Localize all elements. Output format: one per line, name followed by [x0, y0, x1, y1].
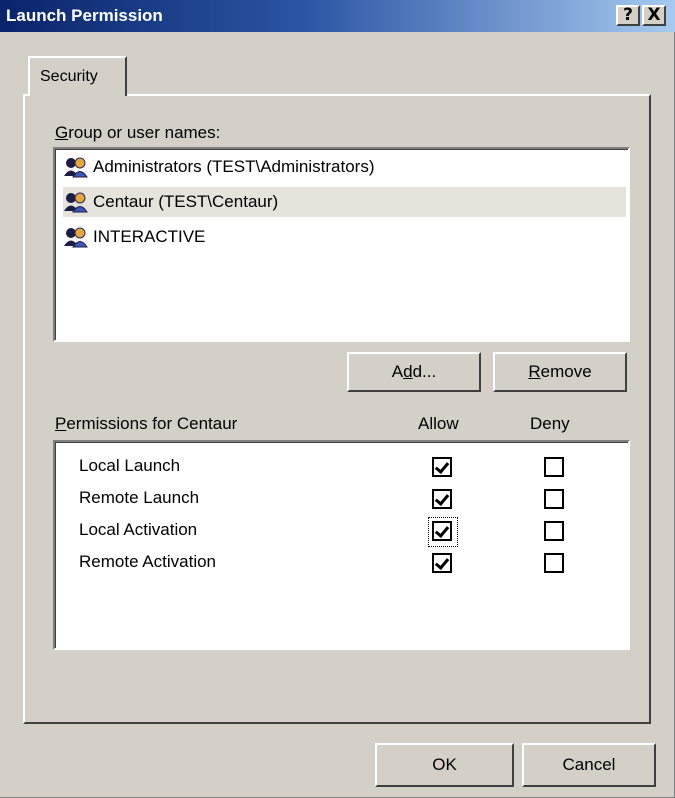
list-item-label: INTERACTIVE — [93, 227, 206, 246]
list-item-label: Centaur (TEST\Centaur) — [93, 192, 279, 211]
allow-checkbox[interactable] — [432, 521, 452, 541]
allow-column-header: Allow — [418, 414, 459, 433]
list-item-interactive[interactable]: INTERACTIVE — [63, 222, 626, 252]
permission-row-local-activation: Local Activation — [55, 516, 626, 547]
permission-name: Remote Launch — [79, 488, 200, 507]
group-list[interactable]: Administrators (TEST\Administrators) Cen… — [53, 147, 630, 342]
ok-button[interactable]: OK — [375, 743, 514, 787]
permissions-label: Permissions for Centaur — [55, 414, 238, 433]
tab-security-label: Security — [40, 68, 98, 85]
allow-checkbox[interactable] — [432, 457, 452, 477]
permissions-list: Local Launch Remote Launch Local Activat… — [53, 440, 630, 650]
group-names-label: Group or user names: — [55, 123, 221, 142]
deny-checkbox[interactable] — [544, 457, 564, 477]
help-icon: ? — [623, 5, 633, 25]
remove-button[interactable]: Remove — [493, 352, 627, 392]
users-icon — [64, 157, 88, 178]
window-title: Launch Permission — [6, 6, 163, 25]
permission-name: Local Activation — [79, 520, 198, 539]
allow-checkbox[interactable] — [432, 553, 452, 573]
list-item-administrators[interactable]: Administrators (TEST\Administrators) — [63, 152, 626, 182]
help-button[interactable]: ? — [616, 5, 640, 26]
close-icon: X — [647, 5, 661, 25]
deny-checkbox[interactable] — [544, 553, 564, 573]
allow-checkbox[interactable] — [432, 489, 452, 509]
cancel-button[interactable]: Cancel — [522, 743, 656, 787]
launch-permission-dialog: Launch Permission ? X Security Group or … — [0, 0, 675, 798]
list-item-label: Administrators (TEST\Administrators) — [93, 157, 375, 176]
deny-column-header: Deny — [530, 414, 570, 433]
remove-button-label: Remove — [528, 362, 592, 381]
permission-name: Remote Activation — [79, 552, 217, 571]
permission-row-remote-launch: Remote Launch — [55, 484, 626, 514]
add-button-label: Add... — [391, 362, 437, 381]
cancel-button-label: Cancel — [562, 755, 616, 774]
add-button[interactable]: Add... — [347, 352, 481, 392]
tab-security[interactable]: Security — [28, 56, 127, 96]
title-bar[interactable]: Launch Permission ? X — [0, 0, 675, 32]
deny-checkbox[interactable] — [544, 521, 564, 541]
list-item-centaur[interactable]: Centaur (TEST\Centaur) — [63, 187, 626, 217]
permission-row-remote-activation: Remote Activation — [55, 548, 626, 578]
close-button[interactable]: X — [642, 5, 666, 26]
users-icon — [64, 227, 88, 248]
permission-name: Local Launch — [79, 456, 181, 475]
users-icon — [64, 192, 88, 213]
deny-checkbox[interactable] — [544, 489, 564, 509]
ok-button-label: OK — [432, 755, 457, 774]
permission-row-local-launch: Local Launch — [55, 452, 626, 482]
